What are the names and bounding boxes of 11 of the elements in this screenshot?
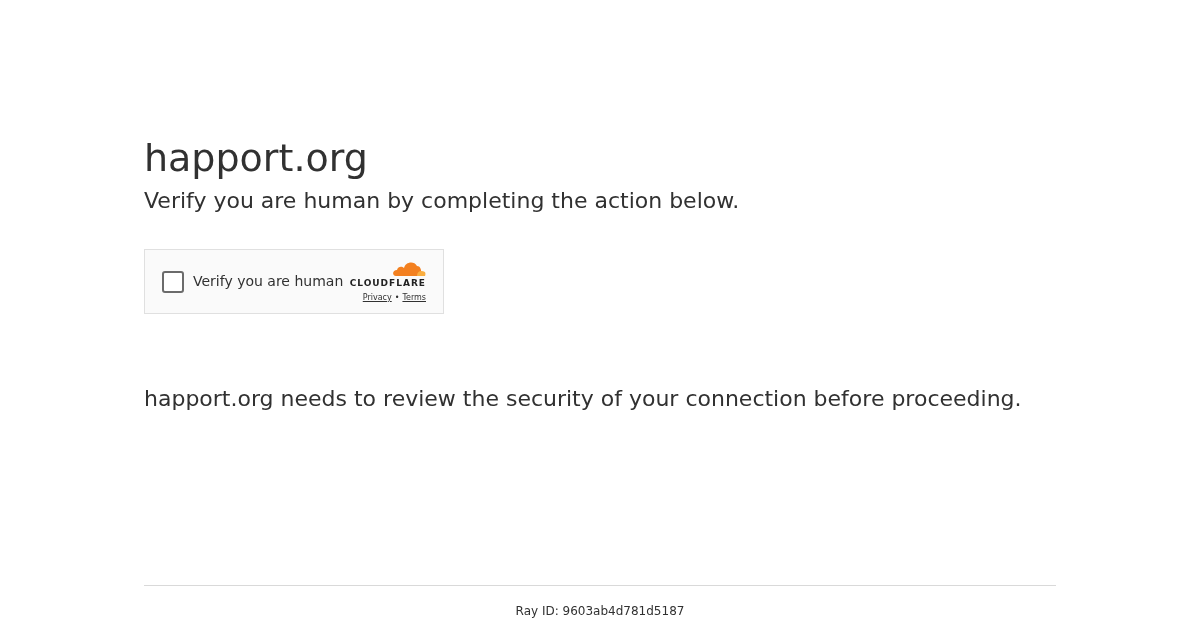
link-separator: • bbox=[394, 291, 400, 304]
terms-link[interactable]: Terms bbox=[402, 291, 426, 304]
checkbox[interactable] bbox=[162, 270, 184, 293]
security-message: happort.org needs to review the security of your connection before proceeding. bbox=[144, 385, 1022, 413]
ray-id: Ray ID: 9603ab4d781d5187 bbox=[515, 603, 685, 620]
cloud-icon bbox=[390, 259, 426, 277]
checkbox-label: Verify you are human bbox=[193, 272, 344, 291]
page-title: happort.org bbox=[144, 135, 368, 182]
instruction-text: Verify you are human by completing the action below. bbox=[144, 187, 740, 215]
brand-wordmark: CLOUDFLARE bbox=[349, 276, 426, 289]
privacy-link[interactable]: Privacy bbox=[362, 291, 392, 304]
